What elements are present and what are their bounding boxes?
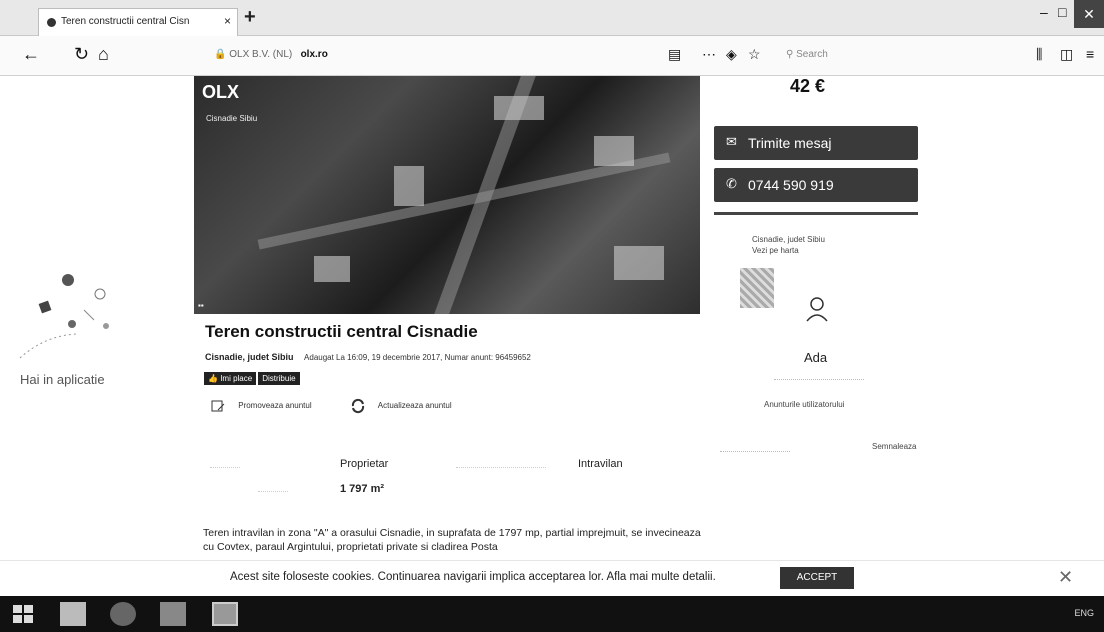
new-tab-button[interactable]: + <box>244 6 256 29</box>
search-input[interactable]: ⚲ Search <box>780 44 1000 68</box>
listing-added-info: Adaugat La 16:09, 19 decembrie 2017, Num… <box>304 353 531 362</box>
listing-description: Teren intravilan in zona "A" a orasului … <box>203 527 701 553</box>
cookie-accept-button[interactable]: ACCEPT <box>780 567 854 589</box>
browser-navbar: ← ↻ ⌂ 🔒 OLX B.V. (NL) olx.ro ▤ ⋯ ◈ ☆ ⚲ S… <box>0 36 1104 76</box>
seller-name: Ada <box>804 350 828 365</box>
search-icon: ⚲ <box>786 49 794 60</box>
share-button[interactable]: Distribuie <box>258 372 300 385</box>
phone-number: 0744 590 919 <box>748 177 834 193</box>
pocket-icon[interactable]: ◈ <box>726 46 737 63</box>
olx-watermark-logo: OLX <box>202 82 240 102</box>
phone-icon: ✆ <box>726 176 737 191</box>
like-button[interactable]: 👍 Imi place <box>204 372 257 385</box>
map-thumbnail[interactable] <box>740 268 774 308</box>
lock-icon: 🔒 <box>214 49 227 60</box>
document-app-icon[interactable] <box>212 602 238 626</box>
show-phone-button[interactable]: ✆ 0744 590 919 <box>714 168 918 202</box>
app-promo-text[interactable]: Hai in aplicatie <box>20 372 105 387</box>
page-content: Hai in aplicatie OLX Cisnadie Sibiu ▪▪ 4… <box>0 76 1104 596</box>
thumb-icon: 👍 <box>208 374 221 383</box>
url-identity: OLX B.V. (NL) <box>229 49 293 60</box>
close-tab-button[interactable]: × <box>224 14 231 28</box>
social-tags: 👍 Imi place Distribuie <box>204 368 302 386</box>
browser-tabbar: Teren constructii central Cisn × + – □ ✕ <box>0 0 1104 36</box>
window-close-button[interactable]: ✕ <box>1074 0 1104 28</box>
param-type-value: Intravilan <box>578 458 623 470</box>
cookie-text: Acest site foloseste cookies. Continuare… <box>230 571 716 583</box>
send-message-label: Trimite mesaj <box>748 135 832 151</box>
param-label-line <box>456 462 546 468</box>
promote-action[interactable]: Promoveaza anuntul <box>210 398 312 414</box>
app-icon[interactable] <box>160 602 186 626</box>
refresh-action[interactable]: Actualizeaza anuntul <box>350 398 452 414</box>
seller-location-block: Cisnadie, judet Sibiu Vezi pe harta <box>752 234 862 256</box>
seller-map-link[interactable]: Vezi pe harta <box>752 245 862 256</box>
promote-icon <box>211 400 225 412</box>
listing-price: 42 € <box>790 76 826 96</box>
cookie-close-icon[interactable]: ✕ <box>1058 567 1073 588</box>
photo-location-label: Cisnadie Sibiu <box>206 114 258 123</box>
listing-location[interactable]: Cisnadie, judet Sibiu <box>205 352 294 362</box>
url-domain: olx.ro <box>300 49 328 60</box>
minimize-button[interactable]: – <box>1040 4 1048 20</box>
refresh-icon <box>351 398 365 414</box>
refresh-label: Actualizeaza anuntul <box>377 401 452 411</box>
os-taskbar: ENG <box>0 596 1104 632</box>
listing-meta: Cisnadie, judet Sibiu Adaugat La 16:09, … <box>205 352 531 362</box>
send-message-button[interactable]: ✉ Trimite mesaj <box>714 126 918 160</box>
seller-ads-link[interactable]: Anunturile utilizatorului <box>764 400 845 409</box>
bookmark-star-icon[interactable]: ☆ <box>748 46 761 63</box>
page-actions-icon[interactable]: ⋯ <box>702 46 716 63</box>
tab-title: Teren constructii central Cisn <box>61 16 190 27</box>
file-explorer-icon[interactable] <box>60 602 86 626</box>
reload-icon[interactable]: ↻ <box>74 44 89 65</box>
app-promo-illustration[interactable] <box>14 266 124 376</box>
system-tray-language[interactable]: ENG <box>1074 608 1094 618</box>
app-promo-icon <box>19 274 109 359</box>
search-placeholder: Search <box>796 49 828 60</box>
listing-title: Teren constructii central Cisnadie <box>205 322 478 341</box>
user-avatar-icon <box>806 297 828 322</box>
divider <box>714 212 918 215</box>
report-link[interactable]: Semnaleaza <box>872 442 916 451</box>
param-label-line <box>210 462 240 468</box>
seller-since-line <box>774 372 864 380</box>
seller-note-line <box>720 446 790 452</box>
reader-view-icon[interactable]: ▤ <box>668 46 681 63</box>
home-icon[interactable]: ⌂ <box>98 44 109 65</box>
cookie-banner: Acest site foloseste cookies. Continuare… <box>0 560 1104 596</box>
maximize-button[interactable]: □ <box>1058 4 1066 20</box>
olx-favicon-icon <box>47 18 56 27</box>
url-bar[interactable]: 🔒 OLX B.V. (NL) olx.ro <box>210 44 690 68</box>
photo-gallery-icon[interactable]: ▪▪ <box>198 301 204 310</box>
menu-icon[interactable]: ≡ <box>1086 46 1094 62</box>
sidebar-icon[interactable]: ◫ <box>1060 46 1073 63</box>
windows-start-icon[interactable] <box>10 602 36 626</box>
library-icon[interactable]: ⫼ <box>1036 46 1042 63</box>
listing-photo[interactable]: OLX Cisnadie Sibiu ▪▪ <box>194 76 700 314</box>
envelope-icon: ✉ <box>726 134 737 149</box>
param-offer-value: Proprietar <box>340 458 389 470</box>
promote-label: Promoveaza anuntul <box>238 401 312 411</box>
browser-tab[interactable]: Teren constructii central Cisn × <box>38 8 238 36</box>
firefox-icon[interactable] <box>110 602 136 626</box>
param-area-value: 1 797 m² <box>340 483 385 495</box>
back-arrow-icon[interactable]: ← <box>22 44 40 65</box>
like-label: Imi place <box>220 374 253 383</box>
param-label-line <box>258 486 288 492</box>
seller-location: Cisnadie, judet Sibiu <box>752 235 825 244</box>
